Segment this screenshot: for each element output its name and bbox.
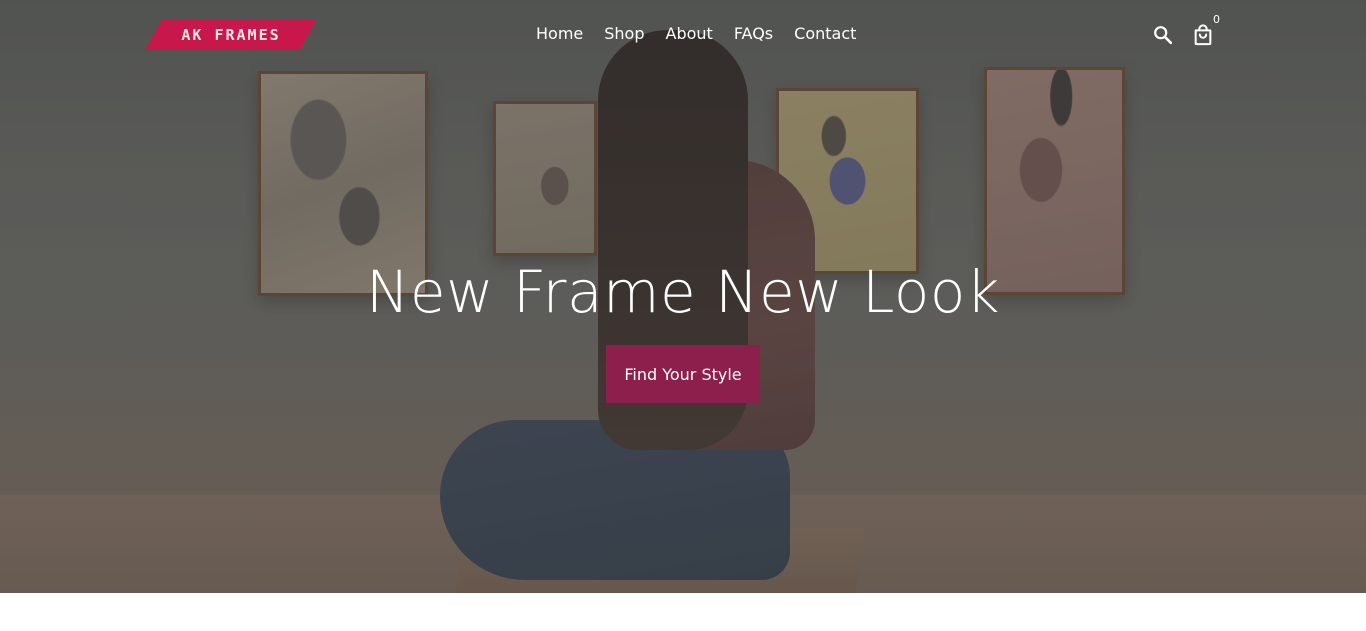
site-logo[interactable]: AK FRAMES: [145, 19, 317, 50]
find-your-style-button[interactable]: Find Your Style: [606, 345, 760, 403]
nav-faqs[interactable]: FAQs: [734, 24, 773, 43]
nav-about[interactable]: About: [666, 24, 713, 43]
shopping-bag-icon[interactable]: [1192, 24, 1214, 46]
search-icon[interactable]: [1152, 24, 1174, 46]
main-nav: Home Shop About FAQs Contact: [536, 24, 856, 43]
cart-count-badge: 0: [1213, 13, 1220, 26]
nav-home[interactable]: Home: [536, 24, 583, 43]
logo-text: AK FRAMES: [181, 25, 281, 44]
hero-banner: New Frame New Look Find Your Style: [0, 0, 1366, 593]
nav-shop[interactable]: Shop: [604, 24, 644, 43]
hero-headline: New Frame New Look: [366, 258, 1000, 326]
nav-contact[interactable]: Contact: [794, 24, 856, 43]
site-header: AK FRAMES Home Shop About FAQs Contact 0: [0, 0, 1366, 70]
